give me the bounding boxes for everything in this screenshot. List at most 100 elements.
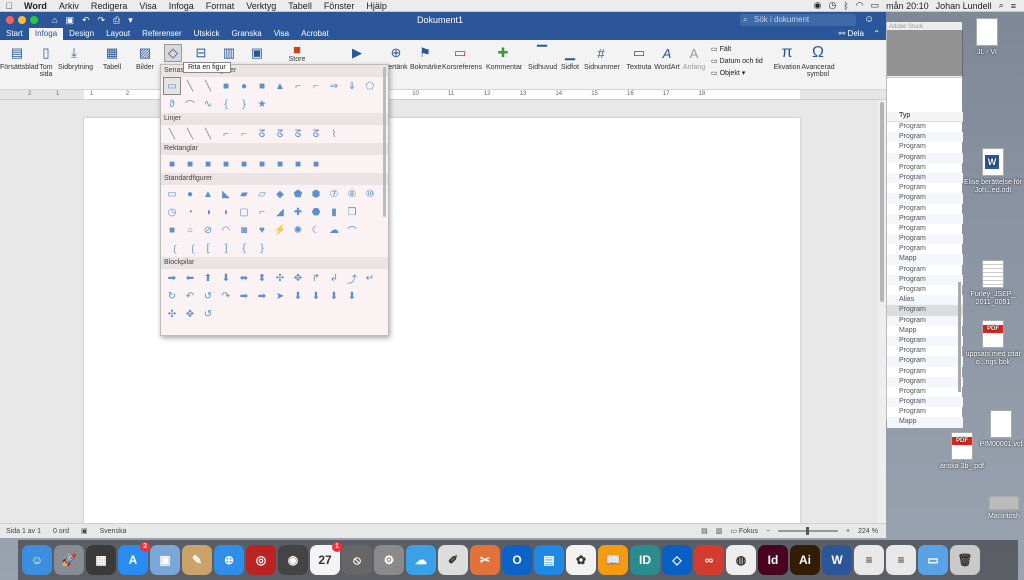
zoom-in-icon[interactable]: + xyxy=(846,528,850,535)
shape-icon[interactable]: ⬢ xyxy=(307,185,325,203)
shape-icon[interactable]: ⑩ xyxy=(361,185,379,203)
finder-icon[interactable]: ☺ xyxy=(22,545,52,575)
shape-icon[interactable]: ✚ xyxy=(289,203,307,221)
chart-button[interactable]: ▥ xyxy=(218,44,240,64)
menu-word[interactable]: Word xyxy=(18,1,53,11)
share-button[interactable]: ⚯ Dela xyxy=(839,28,864,40)
finder-row[interactable]: Program xyxy=(887,204,963,214)
outlook-icon[interactable]: O xyxy=(502,545,532,575)
cross-reference-button[interactable]: ▭ Korsreferens xyxy=(442,44,482,71)
shape-icon[interactable]: ↲ xyxy=(325,269,343,287)
indesign-icon[interactable]: Id xyxy=(758,545,788,575)
proofing-icon[interactable]: ▣ xyxy=(75,527,94,535)
shape-icon[interactable]: ● xyxy=(235,77,253,95)
finder-row[interactable]: Program xyxy=(887,376,963,387)
feedback-smiley-icon[interactable]: ☺ xyxy=(864,14,874,25)
desktop-file-jl-vi[interactable]: JL - VI xyxy=(956,18,1018,57)
finder-row[interactable]: Program xyxy=(887,335,963,347)
menu-arkiv[interactable]: Arkiv xyxy=(53,1,85,11)
shape-icon[interactable]: ⬇ xyxy=(325,287,343,305)
tab-granska[interactable]: Granska xyxy=(225,28,267,40)
shape-icon[interactable]: ᘔ xyxy=(271,125,289,143)
zoom-slider[interactable] xyxy=(778,527,839,535)
close-window-button[interactable] xyxy=(6,16,14,24)
shape-icon[interactable]: ◗ xyxy=(217,203,235,221)
finder-row[interactable]: Program xyxy=(887,346,963,356)
finder-row[interactable]: Mapp xyxy=(887,326,963,336)
time-machine-icon[interactable]: ◷ xyxy=(828,0,836,11)
tab-referenser[interactable]: Referenser xyxy=(136,28,188,40)
ibooks-icon[interactable]: 📖 xyxy=(598,545,628,575)
shape-icon[interactable]: ■ xyxy=(163,155,181,173)
print-layout-icon[interactable]: ▤ xyxy=(701,527,708,535)
shape-icon[interactable]: ϑ xyxy=(163,95,181,113)
shapes-button[interactable]: ◇ xyxy=(162,44,184,64)
finder-row[interactable]: Program xyxy=(887,172,963,184)
shape-icon[interactable]: ╲ xyxy=(181,125,199,143)
shape-icon[interactable]: ▲ xyxy=(199,185,217,203)
shape-icon[interactable]: ◑ xyxy=(199,203,217,221)
finder-row[interactable]: Program xyxy=(887,356,963,367)
text-box-button[interactable]: ▭ Textruta xyxy=(626,44,652,71)
creative-cloud-status-icon[interactable]: ◉ xyxy=(814,0,822,11)
shape-icon[interactable]: ⌐ xyxy=(217,125,235,143)
finder-row[interactable]: Program xyxy=(887,397,963,408)
finder-row[interactable]: Program xyxy=(887,234,963,245)
no-entry-icon[interactable]: ⦸ xyxy=(342,545,372,575)
finder-row[interactable]: Program xyxy=(887,285,963,295)
system-preferences-icon[interactable]: ⚙ xyxy=(374,545,404,575)
store-button[interactable]: ■ Store xyxy=(282,42,312,64)
app-store-icon[interactable]: A3 xyxy=(118,542,150,575)
zoom-slider-knob[interactable] xyxy=(806,527,810,535)
shape-icon[interactable]: ⬟ xyxy=(289,185,307,203)
shape-icon[interactable]: ⌐ xyxy=(235,125,253,143)
menu-visa[interactable]: Visa xyxy=(133,1,162,11)
search-input[interactable]: ⌕ Sök i dokument xyxy=(740,14,856,26)
shape-icon[interactable]: ↵ xyxy=(361,269,379,287)
shape-icon[interactable]: ⑦ xyxy=(325,185,343,203)
shape-icon[interactable]: ✥ xyxy=(289,269,307,287)
finder-row[interactable]: Mapp xyxy=(887,254,963,265)
shape-icon[interactable]: ⤴ xyxy=(343,269,361,287)
ruler[interactable]: 21123456789101112131415161718 xyxy=(0,90,886,100)
screenshot-button[interactable]: ▣ xyxy=(246,44,268,64)
photos-app-icon[interactable]: ✿ xyxy=(566,545,596,575)
launchpad-icon[interactable]: 🚀 xyxy=(54,545,84,575)
word-icon[interactable]: W xyxy=(822,545,852,575)
zoom-out-icon[interactable]: − xyxy=(766,528,770,535)
undo-icon[interactable]: ↶ xyxy=(82,15,90,26)
photo-booth-icon[interactable]: ◎ xyxy=(246,545,276,575)
shape-icon[interactable]: ■ xyxy=(289,155,307,173)
shape-icon[interactable]: ⬇ xyxy=(289,287,307,305)
vertical-scrollbar[interactable] xyxy=(878,100,886,527)
finder-row[interactable]: Program xyxy=(887,213,963,224)
shape-icon[interactable]: ■ xyxy=(217,155,235,173)
finder-row[interactable]: Program xyxy=(887,183,963,193)
shape-icon[interactable]: ⌒ xyxy=(181,95,199,113)
shape-icon[interactable]: ] xyxy=(217,239,235,257)
collapse-ribbon-icon[interactable]: ⌃ xyxy=(873,28,880,40)
zoom-window-button[interactable] xyxy=(30,16,38,24)
preview-icon[interactable]: ▣ xyxy=(150,545,180,575)
shape-icon[interactable]: ▱ xyxy=(253,185,271,203)
finder-scrollbar[interactable] xyxy=(958,282,961,392)
tab-layout[interactable]: Layout xyxy=(100,28,136,40)
shape-icon[interactable]: ⬍ xyxy=(253,269,271,287)
menu-verktyg[interactable]: Verktyg xyxy=(240,1,282,11)
shape-icon[interactable]: ╲ xyxy=(199,77,217,95)
menu-format[interactable]: Format xyxy=(200,1,241,11)
shape-icon[interactable]: ↶ xyxy=(181,287,199,305)
shape-icon[interactable]: ▭ xyxy=(163,77,181,95)
shape-icon[interactable]: ↺ xyxy=(199,305,217,323)
shape-icon[interactable]: ■ xyxy=(271,155,289,173)
web-layout-icon[interactable]: ▥ xyxy=(716,527,723,535)
shape-icon[interactable]: } xyxy=(253,239,271,257)
finder-row[interactable]: Program xyxy=(887,152,963,163)
battery-icon[interactable]: ▭ xyxy=(871,0,880,11)
menu-redigera[interactable]: Redigera xyxy=(85,1,134,11)
print-icon[interactable]: ⎙ xyxy=(113,15,120,26)
shape-icon[interactable]: ⌒ xyxy=(343,221,361,239)
pictures-button[interactable]: ▨ Bilder xyxy=(134,44,156,71)
minimize-window-button[interactable] xyxy=(18,16,26,24)
finder-row[interactable]: Mapp xyxy=(887,417,963,428)
